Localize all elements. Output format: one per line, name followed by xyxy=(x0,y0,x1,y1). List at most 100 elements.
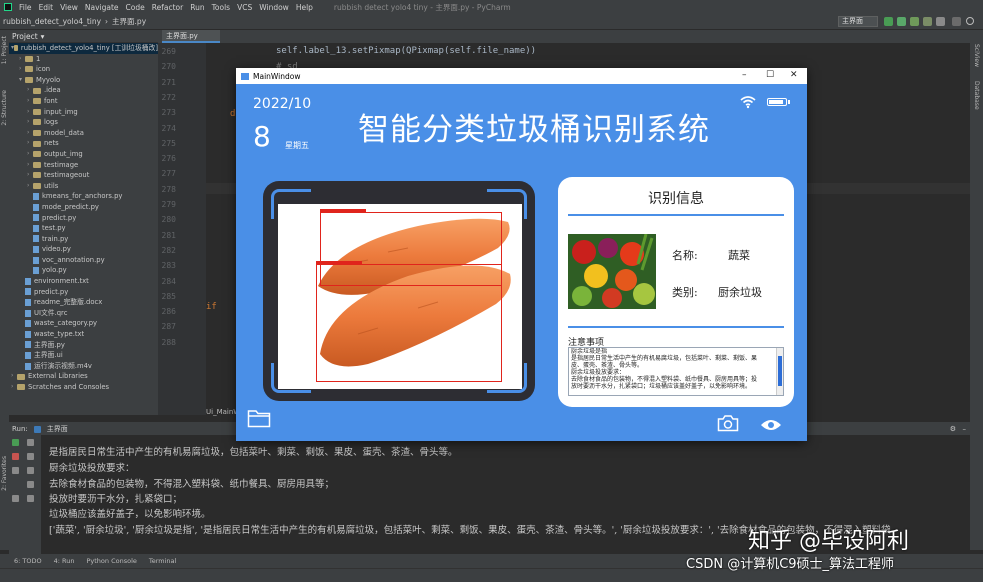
tree-item-label: output_img xyxy=(44,149,83,158)
menu-edit[interactable]: Edit xyxy=(39,3,54,12)
tree-item-label: utils xyxy=(44,181,59,190)
menu-file[interactable]: File xyxy=(19,3,32,12)
search-icon[interactable] xyxy=(966,17,974,25)
tree-item[interactable]: train.py xyxy=(9,234,158,245)
tree-item[interactable]: › .idea xyxy=(9,85,158,96)
tree-item[interactable]: waste_type.txt xyxy=(9,329,158,340)
tree-item[interactable]: › Scratches and Consoles xyxy=(9,382,158,393)
gear-icon[interactable]: ⚙ xyxy=(950,425,956,433)
breadcrumb-project[interactable]: rubbish_detect_yolo4_tiny xyxy=(3,17,101,26)
folder-icon[interactable] xyxy=(247,408,271,428)
camera-icon[interactable] xyxy=(717,414,739,432)
tree-item[interactable]: readme_完整版.docx xyxy=(9,297,158,308)
menu-run[interactable]: Run xyxy=(190,3,204,12)
down-arrow-icon[interactable] xyxy=(27,453,34,460)
tree-item[interactable]: 运行演示视频.m4v xyxy=(9,361,158,372)
chevron-down-icon[interactable]: ▾ xyxy=(41,32,45,41)
project-label[interactable]: Project xyxy=(12,32,38,41)
recognition-info-card: 识别信息 名称: 蔬菜 类别: 厨余垃圾 注意事项 厨余垃圾是指 是指居民日常生活… xyxy=(558,177,794,407)
up-arrow-icon[interactable] xyxy=(27,439,34,446)
favorites-tool-tab[interactable]: 2: Favorites xyxy=(1,456,8,491)
note-line: 是指居民日常生活中产生的有机易腐垃圾，包括菜叶、剩菜、剩饭、果 xyxy=(571,355,758,362)
structure-tool-tab[interactable]: 2: Structure xyxy=(1,90,8,126)
tree-item[interactable]: › nets xyxy=(9,138,158,149)
tree-item[interactable]: test.py xyxy=(9,223,158,234)
tree-item[interactable]: › testimageout xyxy=(9,170,158,181)
terminal-tab[interactable]: Terminal xyxy=(149,557,176,565)
breadcrumb-file[interactable]: 主界面.py xyxy=(112,16,146,27)
tree-item[interactable]: › testimage xyxy=(9,160,158,171)
tree-item[interactable]: › logs xyxy=(9,117,158,128)
tree-item[interactable]: › model_data xyxy=(9,128,158,139)
tree-item[interactable]: ▾ Myyolo xyxy=(9,75,158,86)
tree-item[interactable]: › 1 xyxy=(9,54,158,65)
rerun-icon[interactable] xyxy=(12,439,19,446)
tree-item[interactable]: › font xyxy=(9,96,158,107)
run-config-select[interactable]: 主界面 xyxy=(838,16,878,27)
soft-wrap-icon[interactable] xyxy=(27,467,34,474)
profile-icon[interactable] xyxy=(923,17,932,26)
print-icon[interactable] xyxy=(27,481,34,488)
minimize-icon[interactable]: – xyxy=(963,425,967,433)
tree-item[interactable]: › utils xyxy=(9,181,158,192)
stop-icon[interactable] xyxy=(936,17,945,26)
minimize-button[interactable]: – xyxy=(742,71,747,80)
sciview-tool-tab[interactable]: SciView xyxy=(973,44,980,67)
run-icon[interactable] xyxy=(884,17,893,26)
close-button[interactable]: ✕ xyxy=(790,71,798,80)
project-tool-tab[interactable]: 1: Project xyxy=(1,36,8,64)
line-number: 269 xyxy=(161,47,176,56)
tree-item[interactable]: waste_category.py xyxy=(9,318,158,329)
tree-item[interactable]: 主界面.ui xyxy=(9,350,158,361)
notes-scrollbar[interactable] xyxy=(776,348,783,395)
tree-item[interactable]: mode_predict.py xyxy=(9,202,158,213)
tree-item[interactable]: video.py xyxy=(9,244,158,255)
tree-item[interactable]: kmeans_for_anchors.py xyxy=(9,191,158,202)
menu-code[interactable]: Code xyxy=(126,3,145,12)
todo-tab[interactable]: 6: TODO xyxy=(14,557,42,565)
menu-vcs[interactable]: VCS xyxy=(237,3,252,12)
menu-window[interactable]: Window xyxy=(259,3,289,12)
eye-icon[interactable] xyxy=(760,418,782,432)
tree-item[interactable]: UI文件.qrc xyxy=(9,308,158,319)
file-icon xyxy=(25,362,31,370)
pause-icon[interactable] xyxy=(12,467,19,474)
pin-icon[interactable] xyxy=(12,495,19,502)
python-console-tab[interactable]: Python Console xyxy=(86,557,136,565)
tree-item[interactable]: › icon xyxy=(9,64,158,75)
run-tab-main[interactable]: 主界面 xyxy=(47,424,68,434)
weekday-display: 星期五 xyxy=(285,141,309,150)
settings-icon[interactable] xyxy=(952,17,961,26)
tab-main-py[interactable]: 主界面.py xyxy=(162,30,220,43)
tree-item[interactable]: 主界面.py xyxy=(9,340,158,351)
menu-view[interactable]: View xyxy=(60,3,78,12)
tree-item[interactable]: environment.txt xyxy=(9,276,158,287)
coverage-icon[interactable] xyxy=(910,17,919,26)
tree-item[interactable]: ▾ rubbish_detect_yolo4_tiny [工训垃圾桶改] xyxy=(9,43,158,54)
tree-item[interactable]: › output_img xyxy=(9,149,158,160)
tree-item[interactable]: predict.py xyxy=(9,213,158,224)
menu-help[interactable]: Help xyxy=(296,3,313,12)
menu-tools[interactable]: Tools xyxy=(212,3,230,12)
notes-textbox[interactable]: 厨余垃圾是指 是指居民日常生活中产生的有机易腐垃圾，包括菜叶、剩菜、剩饭、果 皮、蛋… xyxy=(568,347,784,396)
note-line: 皮、蛋壳、茶渣、骨头等。 xyxy=(571,362,644,369)
database-tool-tab[interactable]: Database xyxy=(973,81,980,110)
tree-item[interactable]: › External Libraries xyxy=(9,371,158,382)
tree-item-label: font xyxy=(44,96,58,105)
tree-item[interactable]: predict.py xyxy=(9,287,158,298)
menu-refactor[interactable]: Refactor xyxy=(152,3,183,12)
line-number: 278 xyxy=(161,184,176,194)
debug-icon[interactable] xyxy=(897,17,906,26)
tree-item[interactable]: yolo.py xyxy=(9,265,158,276)
python-icon xyxy=(33,425,41,433)
tree-item[interactable]: voc_annotation.py xyxy=(9,255,158,266)
folder-icon xyxy=(33,140,41,147)
run-tool-tab[interactable]: 4: Run xyxy=(54,557,75,565)
stop-run-icon[interactable] xyxy=(12,453,19,460)
file-icon xyxy=(25,341,31,349)
menu-navigate[interactable]: Navigate xyxy=(85,3,119,12)
folder-icon xyxy=(17,373,25,380)
trash-icon[interactable] xyxy=(27,495,34,502)
tree-item[interactable]: › input_img xyxy=(9,107,158,118)
maximize-button[interactable]: ☐ xyxy=(766,71,774,80)
